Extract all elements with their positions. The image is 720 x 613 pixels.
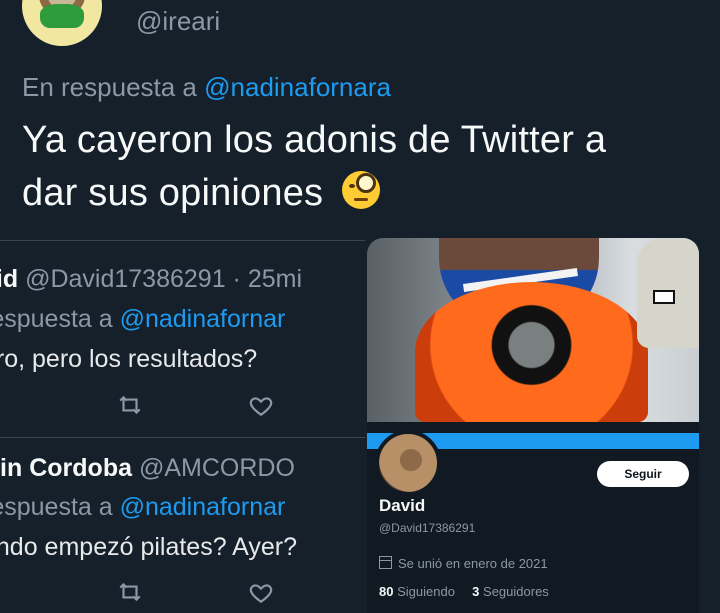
profile-avatar[interactable] <box>375 430 441 496</box>
face-with-monocle-icon <box>340 169 382 211</box>
motorcycle-image <box>415 282 648 422</box>
reply-1-text: aro, pero los resultados? <box>0 345 258 373</box>
reply-tweet-2[interactable]: rtin Cordoba @AMCORDO respuesta a @nadin… <box>0 438 365 613</box>
main-tweet-body: Ya cayeron los adonis de Twitter a dar s… <box>22 119 607 214</box>
calendar-icon <box>379 556 392 569</box>
retweet-icon[interactable] <box>117 579 143 605</box>
reply-2-context: respuesta a @nadinafornar <box>0 493 285 522</box>
followers-count[interactable]: 3 <box>472 584 479 599</box>
joined-text: Se unió en enero de 2021 <box>398 556 548 571</box>
reply-2-header: rtin Cordoba @AMCORDO <box>0 454 295 483</box>
reply-2-mention[interactable]: @nadinafornar <box>120 493 286 521</box>
reply-tweet-1[interactable]: vid @David17386291 · 25mi respuesta a @n… <box>0 241 365 436</box>
follow-button[interactable]: Seguir <box>597 461 689 487</box>
profile-hover-card[interactable]: Seguir David @David17386291 Se unió en e… <box>367 238 699 613</box>
like-icon[interactable] <box>248 580 274 606</box>
reply-1-prefix: respuesta a <box>0 305 113 333</box>
main-tweet-text: Ya cayeron los adonis de Twitter a dar s… <box>22 114 662 220</box>
reply-1-handle-time[interactable]: @David17386291 · 25mi <box>25 265 302 293</box>
main-tweet-handle[interactable]: @ireari <box>136 6 220 37</box>
reply-2-handle[interactable]: @AMCORDO <box>139 454 295 482</box>
profile-name[interactable]: David <box>379 496 425 516</box>
reply-1-context: respuesta a @nadinafornar <box>0 305 285 334</box>
joined-date: Se unió en enero de 2021 <box>379 556 548 571</box>
profile-stats: 80 Siguiendo 3 Seguidores <box>379 584 549 599</box>
like-icon[interactable] <box>248 393 274 419</box>
profile-banner <box>367 238 699 449</box>
reply-1-name[interactable]: vid <box>0 265 18 293</box>
reply-2-prefix: respuesta a <box>0 493 113 521</box>
followers-label[interactable]: Seguidores <box>483 584 549 599</box>
reply-to-mention[interactable]: @nadinafornara <box>204 72 391 102</box>
reply-2-text: ando empezó pilates? Ayer? <box>0 533 298 561</box>
retweet-icon[interactable] <box>117 392 143 418</box>
profile-handle[interactable]: @David17386291 <box>379 521 475 535</box>
reply-1-header: vid @David17386291 · 25mi <box>0 265 302 294</box>
reply-1-mention[interactable]: @nadinafornar <box>120 305 286 333</box>
reply-2-name[interactable]: rtin Cordoba <box>0 454 132 482</box>
following-label[interactable]: Siguiendo <box>397 584 455 599</box>
license-plate <box>653 290 675 304</box>
following-count[interactable]: 80 <box>379 584 393 599</box>
main-tweet-avatar[interactable] <box>22 0 102 46</box>
reply-prefix: En respuesta a <box>22 72 197 102</box>
main-reply-context: En respuesta a @nadinafornara <box>22 72 391 103</box>
